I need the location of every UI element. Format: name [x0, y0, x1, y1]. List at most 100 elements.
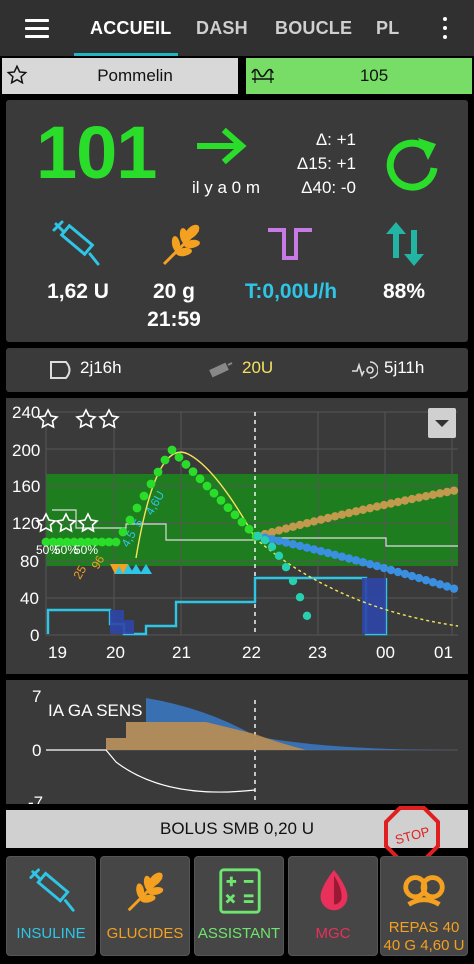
syringe-icon: [52, 220, 100, 266]
wizard-button[interactable]: ASSISTANT: [194, 856, 284, 956]
wheat-icon: [162, 224, 200, 266]
status-panel: 101 il y a 0 m Δ: +1 Δ15: +1 Δ40: -0 1,6…: [6, 100, 468, 342]
pretzel-icon: [403, 875, 445, 907]
bg-dot: [316, 547, 326, 556]
bg-dot: [209, 488, 219, 498]
quick-wizard-label-2: 40 G 4,60 U: [383, 937, 465, 954]
bg-dot: [302, 611, 312, 620]
bg-dot: [260, 536, 270, 545]
bolus-bar: [110, 610, 124, 634]
chevron-down-icon: [435, 420, 449, 427]
target-range-band: [46, 474, 458, 566]
cob-value: 20 g: [152, 280, 196, 303]
cgm-button[interactable]: MGC: [288, 856, 378, 956]
delta: Δ: +1: [315, 130, 356, 149]
bg-graph[interactable]: 240 200 160 120 80 40 0 19 20 21 22 23 0…: [6, 398, 468, 674]
bg-dot: [435, 489, 445, 498]
calculator-icon: [219, 868, 261, 914]
target-bar[interactable]: 105: [244, 56, 474, 96]
stop-label: STOP: [393, 824, 431, 848]
y-tick: -7: [28, 793, 43, 804]
bg-dot: [323, 548, 333, 558]
delta-15: Δ15: +1: [296, 154, 356, 173]
sensitivity-line: [46, 749, 256, 793]
graph-options-dropdown[interactable]: [428, 408, 456, 438]
overflow-menu-icon[interactable]: [436, 14, 454, 42]
quick-wizard-button[interactable]: REPAS 40 40 G 4,60 U: [380, 856, 468, 956]
stop-sign-icon[interactable]: STOP: [383, 805, 441, 863]
bg-dot: [237, 517, 247, 527]
bg-dot: [309, 545, 319, 554]
sensitivity-arrows-icon: [386, 222, 424, 266]
reservoir-icon: [209, 362, 233, 378]
bg-dot: [449, 486, 459, 495]
bg-dot: [386, 499, 396, 508]
x-tick: 21: [172, 643, 191, 662]
bg-dot: [244, 524, 254, 534]
bg-dot: [442, 487, 452, 497]
tab-accueil[interactable]: ACCUEIL: [90, 0, 171, 56]
bg-dot: [414, 493, 424, 502]
tab-pl[interactable]: PL: [376, 0, 399, 56]
x-tick: 22: [242, 643, 261, 662]
x-tick: 20: [106, 643, 125, 662]
sensitivity-value: 88%: [382, 280, 426, 303]
carbs-label: GLUCIDES: [106, 925, 184, 942]
bg-dot: [288, 540, 298, 549]
quick-wizard-label-1: REPAS 40: [388, 919, 460, 936]
loop-status-icon[interactable]: [382, 134, 442, 194]
bg-dot: [281, 538, 291, 547]
target-range-icon: [251, 68, 274, 83]
profile-name: Pommelin: [97, 66, 173, 85]
temp-basal-icon: [268, 228, 312, 260]
insulin-button[interactable]: INSULINE: [6, 856, 96, 956]
carbs-button[interactable]: GLUCIDES: [100, 856, 190, 956]
hamburger-menu-icon[interactable]: [22, 16, 52, 40]
x-tick: 19: [48, 643, 67, 662]
y-tick: 160: [12, 477, 40, 496]
bg-value: 101: [36, 111, 157, 194]
bg-dot: [202, 481, 212, 491]
y-tick: 7: [32, 687, 41, 706]
bg-dot: [146, 479, 156, 489]
x-tick: 23: [308, 643, 327, 662]
bg-age: il y a 0 m: [192, 178, 261, 197]
bg-dot: [188, 467, 198, 476]
bg-dot: [421, 491, 431, 501]
bg-dot: [330, 512, 340, 521]
y-tick: 40: [20, 589, 39, 608]
bg-dot: [323, 513, 333, 523]
y-tick: 120: [12, 514, 40, 533]
iob-cob-graph[interactable]: 7 0 -7 IA GA SENS: [6, 680, 468, 812]
bg-dot: [253, 531, 263, 541]
bg-dot: [274, 551, 284, 560]
profile-bar[interactable]: Pommelin: [0, 56, 240, 96]
bg-dot: [379, 500, 389, 510]
bg-dot: [288, 576, 298, 586]
target-value: 105: [359, 66, 389, 85]
bolus-bar: [124, 620, 134, 634]
bg-dot: [309, 517, 319, 526]
bg-dot: [230, 510, 240, 520]
bg-dot: [295, 593, 305, 602]
y-tick: 240: [12, 403, 40, 422]
bg-dot: [281, 563, 291, 572]
reservoir-level: 20U: [242, 358, 274, 377]
wheat-icon: [127, 872, 164, 912]
bg-dot: [302, 543, 312, 552]
smb-bar: [362, 578, 386, 634]
x-tick: 00: [376, 643, 395, 662]
tab-dash[interactable]: DASH: [196, 0, 248, 56]
tab-boucle[interactable]: BOUCLE: [275, 0, 352, 56]
graph-legend-label: IA GA SENS: [48, 701, 143, 720]
bg-dot: [351, 507, 361, 516]
syringe-icon: [29, 868, 75, 912]
bg-dot: [302, 518, 312, 528]
bg-dot: [428, 490, 438, 499]
bg-dot: [295, 541, 305, 551]
trend-flat-arrow-icon: [197, 127, 247, 165]
bg-dot: [337, 552, 347, 561]
app-bar: ACCUEIL DASH BOUCLE PL: [0, 0, 474, 56]
bg-dot: [274, 536, 284, 546]
device-info-row: 2j16h 20U 5j11h: [6, 348, 468, 392]
